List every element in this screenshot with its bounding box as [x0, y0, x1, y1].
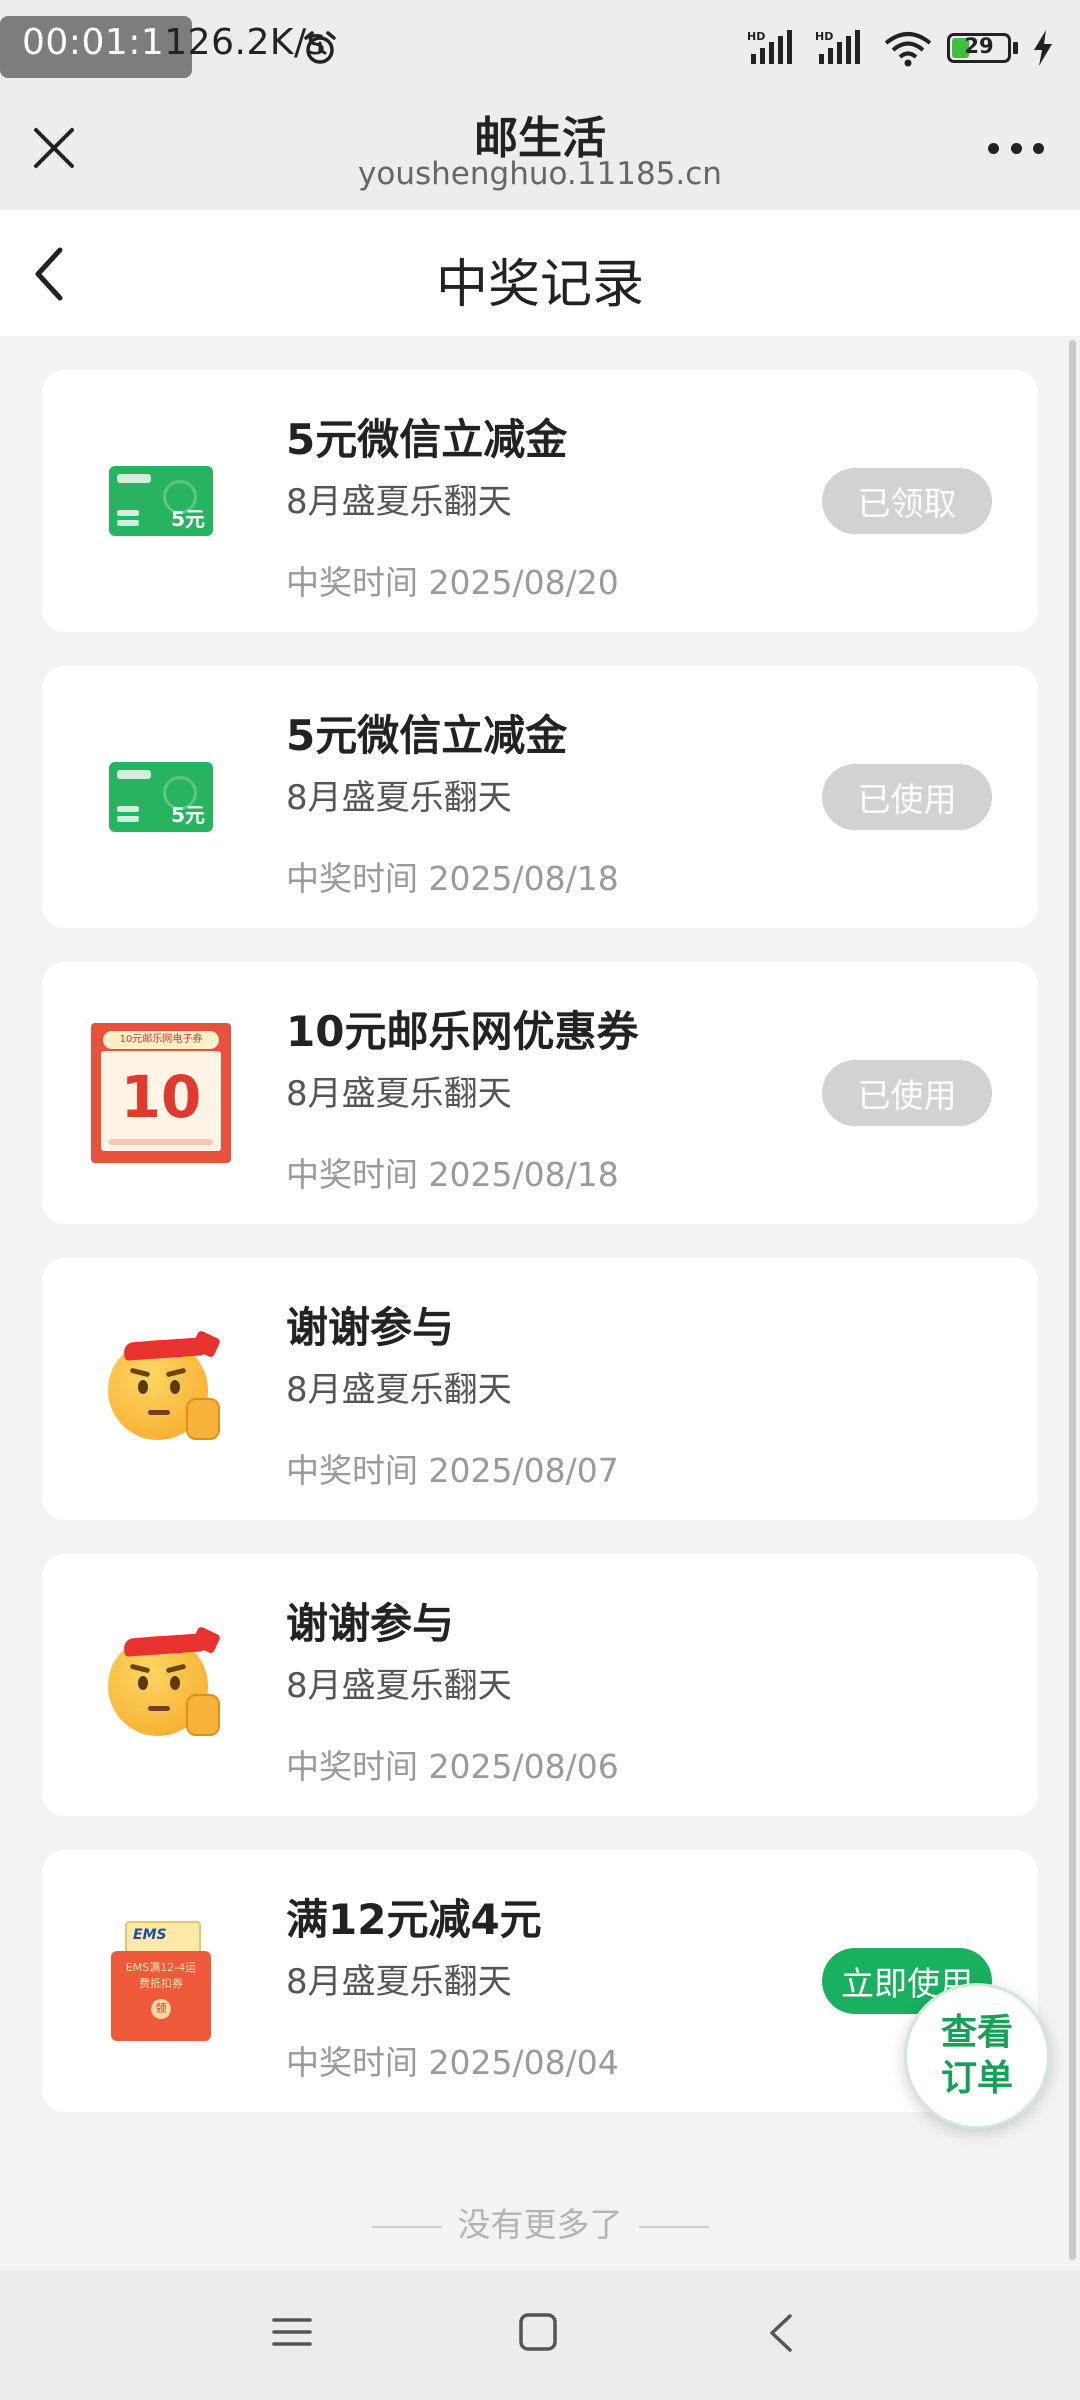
voucher-amount: 5元 [171, 507, 205, 531]
divider-line [638, 2225, 709, 2228]
signal1-label: HD [747, 30, 765, 43]
no-more-indicator: 没有更多了 [0, 2198, 1080, 2246]
activity-name: 8月盛夏乐翻天 [286, 778, 512, 818]
view-orders-floating-button[interactable]: 查看订单 [904, 1983, 1050, 2129]
browser-header: 邮生活 youshenghuo.11185.cn [0, 100, 1080, 210]
activity-name: 8月盛夏乐翻天 [286, 1370, 512, 1410]
signal2-label: HD [815, 30, 833, 43]
signal-hd-icon-2: HD [815, 30, 860, 64]
more-dot-icon [988, 142, 999, 154]
win-time: 中奖时间 2025/08/20 [286, 563, 619, 602]
wechat-voucher-thumbnail: 5元 [86, 722, 236, 872]
prize-record-card[interactable]: 谢谢参与 8月盛夏乐翻天 中奖时间 2025/08/06 [42, 1554, 1038, 1816]
more-dot-icon [1010, 142, 1022, 154]
status-text: 00:01:1126.2K/s [22, 22, 326, 63]
prize-record-card[interactable]: 5元 5元微信立减金 8月盛夏乐翻天 中奖时间 2025/08/20 已领取 [42, 370, 1038, 632]
browser-url: youshenghuo.11185.cn [358, 156, 722, 192]
win-time: 中奖时间 2025/08/18 [286, 1155, 619, 1194]
status-badge-used: 已使用 [822, 1060, 992, 1126]
alarm-icon [304, 31, 336, 64]
thanks-emoji-thumbnail [86, 1610, 236, 1760]
more-options-button[interactable] [988, 138, 1044, 158]
battery-tip [1013, 42, 1018, 54]
view-orders-label: 查看订单 [940, 2012, 1013, 2099]
activity-name: 8月盛夏乐翻天 [286, 482, 512, 522]
ems-envelope-thumbnail: EMS EMS满12-4运费抵扣券 领 [86, 1906, 236, 2056]
win-time: 中奖时间 2025/08/04 [286, 2043, 619, 2082]
activity-name: 8月盛夏乐翻天 [286, 1074, 512, 1114]
win-time: 中奖时间 2025/08/06 [286, 1747, 619, 1786]
voucher-amount: 5元 [171, 803, 205, 827]
no-more-text: 没有更多了 [457, 2205, 623, 2244]
ems-envelope-image: EMS EMS满12-4运费抵扣券 领 [111, 1921, 211, 2041]
determined-face-emoji-icon [108, 1329, 222, 1442]
prize-title: 满12元减4元 [286, 1895, 542, 1944]
determined-face-emoji-icon [108, 1625, 222, 1738]
prize-title: 谢谢参与 [286, 1599, 455, 1648]
prize-record-card[interactable]: 谢谢参与 8月盛夏乐翻天 中奖时间 2025/08/07 [42, 1258, 1038, 1520]
youle-coupon-thumbnail: 10元邮乐网电子券 10 [86, 1018, 236, 1168]
wechat-voucher-image: 5元 [109, 762, 213, 832]
prize-title: 谢谢参与 [286, 1303, 455, 1352]
battery-level: 29 [964, 34, 994, 58]
page-title: 中奖记录 [435, 255, 644, 315]
divider-line [371, 2225, 442, 2228]
activity-name: 8月盛夏乐翻天 [286, 1962, 512, 2002]
recording-timer: 00:01:1 [22, 22, 165, 63]
ems-logo: EMS [133, 1927, 167, 1943]
status-badge-used: 已使用 [822, 764, 992, 830]
prize-record-card[interactable]: EMS EMS满12-4运费抵扣券 领 满12元减4元 8月盛夏乐翻天 中奖时间… [42, 1850, 1038, 2112]
status-badge-claimed: 已领取 [822, 468, 992, 534]
signal-hd-icon: HD [747, 30, 792, 64]
prize-record-card[interactable]: 10元邮乐网电子券 10 10元邮乐网优惠券 8月盛夏乐翻天 中奖时间 2025… [42, 962, 1038, 1224]
scrollbar[interactable] [1069, 340, 1076, 2260]
youle-coupon-image: 10元邮乐网电子券 10 [91, 1023, 231, 1163]
wechat-voucher-thumbnail: 5元 [86, 426, 236, 576]
battery-icon: 29 [947, 33, 1011, 63]
thanks-emoji-thumbnail [86, 1314, 236, 1464]
home-square-icon[interactable] [518, 2312, 558, 2352]
win-time: 中奖时间 2025/08/18 [286, 859, 619, 898]
coupon-header: 10元邮乐网电子券 [103, 1031, 219, 1049]
prize-title: 5元微信立减金 [286, 711, 568, 760]
envelope-text: EMS满12-4运费抵扣券 [125, 1961, 197, 1990]
prize-title: 5元微信立减金 [286, 415, 568, 464]
prize-record-list: 5元 5元微信立减金 8月盛夏乐翻天 中奖时间 2025/08/20 已领取 5… [42, 370, 1038, 2146]
wechat-voucher-image: 5元 [109, 466, 213, 536]
page-header: 中奖记录 [0, 210, 1080, 336]
activity-name: 8月盛夏乐翻天 [286, 1666, 512, 1706]
prize-title: 10元邮乐网优惠券 [286, 1007, 639, 1056]
recent-apps-menu-icon[interactable] [272, 2312, 312, 2352]
system-navigation-bar [0, 2270, 1080, 2400]
charging-bolt-icon [1034, 30, 1052, 66]
status-bar: 00:01:1126.2K/s HD HD 29 [0, 0, 1080, 100]
more-dot-icon [1033, 142, 1044, 154]
win-time: 中奖时间 2025/08/07 [286, 1451, 619, 1490]
envelope-seal: 领 [151, 1999, 171, 2019]
coupon-amount: 10 [120, 1063, 202, 1131]
prize-record-card[interactable]: 5元 5元微信立减金 8月盛夏乐翻天 中奖时间 2025/08/18 已使用 [42, 666, 1038, 928]
wifi-icon [884, 32, 932, 67]
system-back-icon[interactable] [766, 2312, 796, 2354]
